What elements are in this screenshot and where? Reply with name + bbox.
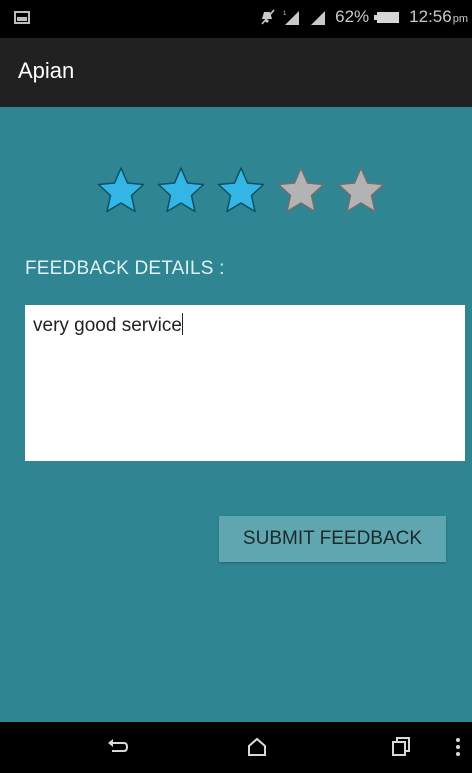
back-icon[interactable] [104,734,130,760]
feedback-details-label: FEEDBACK DETAILS : [25,258,225,279]
app-title: Apian [18,58,75,83]
home-icon[interactable] [245,734,269,760]
status-bar: 1 62% 12:56pm [0,0,472,38]
overflow-menu-icon[interactable] [454,734,462,760]
signal-icon [311,11,326,25]
feedback-text-value: very good service [33,315,182,336]
app-screen: 1 62% 12:56pm Apian FEEDBACK DETAILS : v… [0,0,472,773]
recents-icon[interactable] [389,734,413,760]
action-bar: Apian [0,38,472,107]
clock-time: 12:56 [409,7,452,26]
star-filled-icon[interactable] [155,165,207,215]
feedback-text-input[interactable]: very good service [25,305,465,461]
star-filled-icon[interactable] [95,165,147,215]
clock-suffix: pm [452,13,468,25]
battery-percent: 62% [335,7,370,26]
rating-bar[interactable] [95,165,395,215]
mute-icon [261,9,275,25]
status-icons: 1 62% 12:56pm [261,7,468,27]
signal-icon: 1 [283,11,300,25]
clock: 12:56pm [409,7,468,27]
star-empty-icon[interactable] [275,165,327,215]
submit-feedback-button[interactable]: SUBMIT FEEDBACK [219,516,446,562]
battery-icon [374,11,400,23]
text-cursor [181,313,183,335]
star-filled-icon[interactable] [215,165,267,215]
gallery-notification-icon [14,11,30,24]
svg-text:1: 1 [283,11,287,17]
navigation-bar [0,722,472,773]
star-empty-icon[interactable] [335,165,387,215]
